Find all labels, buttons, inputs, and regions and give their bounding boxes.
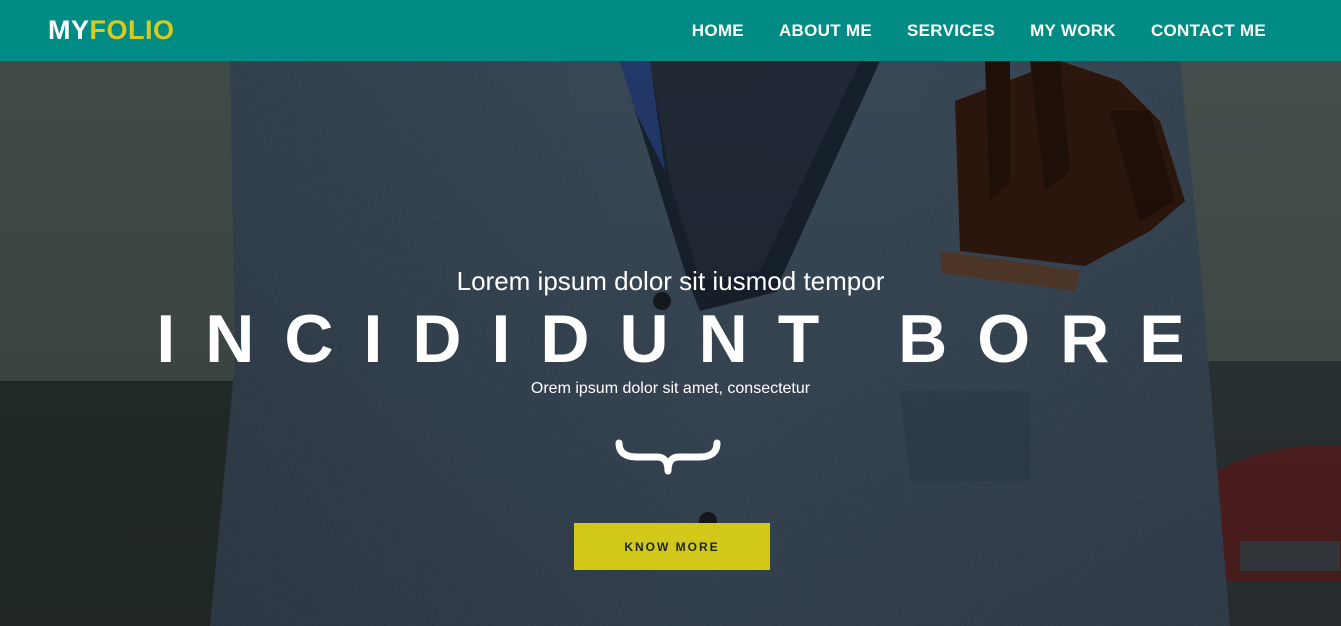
hero-headline: INCIDIDUNT BORE (156, 301, 1215, 377)
main-nav: HOME ABOUT ME SERVICES MY WORK CONTACT M… (692, 0, 1266, 61)
site-logo[interactable]: MYFOLIO (48, 15, 175, 45)
hero-section: Lorem ipsum dolor sit iusmod tempor INCI… (0, 61, 1341, 626)
know-more-button[interactable]: KNOW MORE (574, 523, 770, 570)
logo-text-my: MY (48, 15, 90, 45)
hero-content: Lorem ipsum dolor sit iusmod tempor INCI… (0, 61, 1341, 626)
curly-brace-icon (615, 439, 721, 475)
page: MYFOLIO HOME ABOUT ME SERVICES MY WORK C… (0, 0, 1341, 626)
nav-item-my-work[interactable]: MY WORK (1030, 21, 1116, 41)
hero-kicker-text: Lorem ipsum dolor sit iusmod tempor (456, 266, 885, 296)
nav-item-about-me[interactable]: ABOUT ME (779, 21, 872, 41)
nav-item-services[interactable]: SERVICES (907, 21, 995, 41)
logo-text-folio: FOLIO (89, 15, 175, 45)
nav-item-contact-me[interactable]: CONTACT ME (1151, 21, 1266, 41)
hero-subline-text: Orem ipsum dolor sit amet, consectetur (530, 380, 811, 397)
nav-item-home[interactable]: HOME (692, 21, 744, 41)
navbar: MYFOLIO HOME ABOUT ME SERVICES MY WORK C… (0, 0, 1341, 61)
